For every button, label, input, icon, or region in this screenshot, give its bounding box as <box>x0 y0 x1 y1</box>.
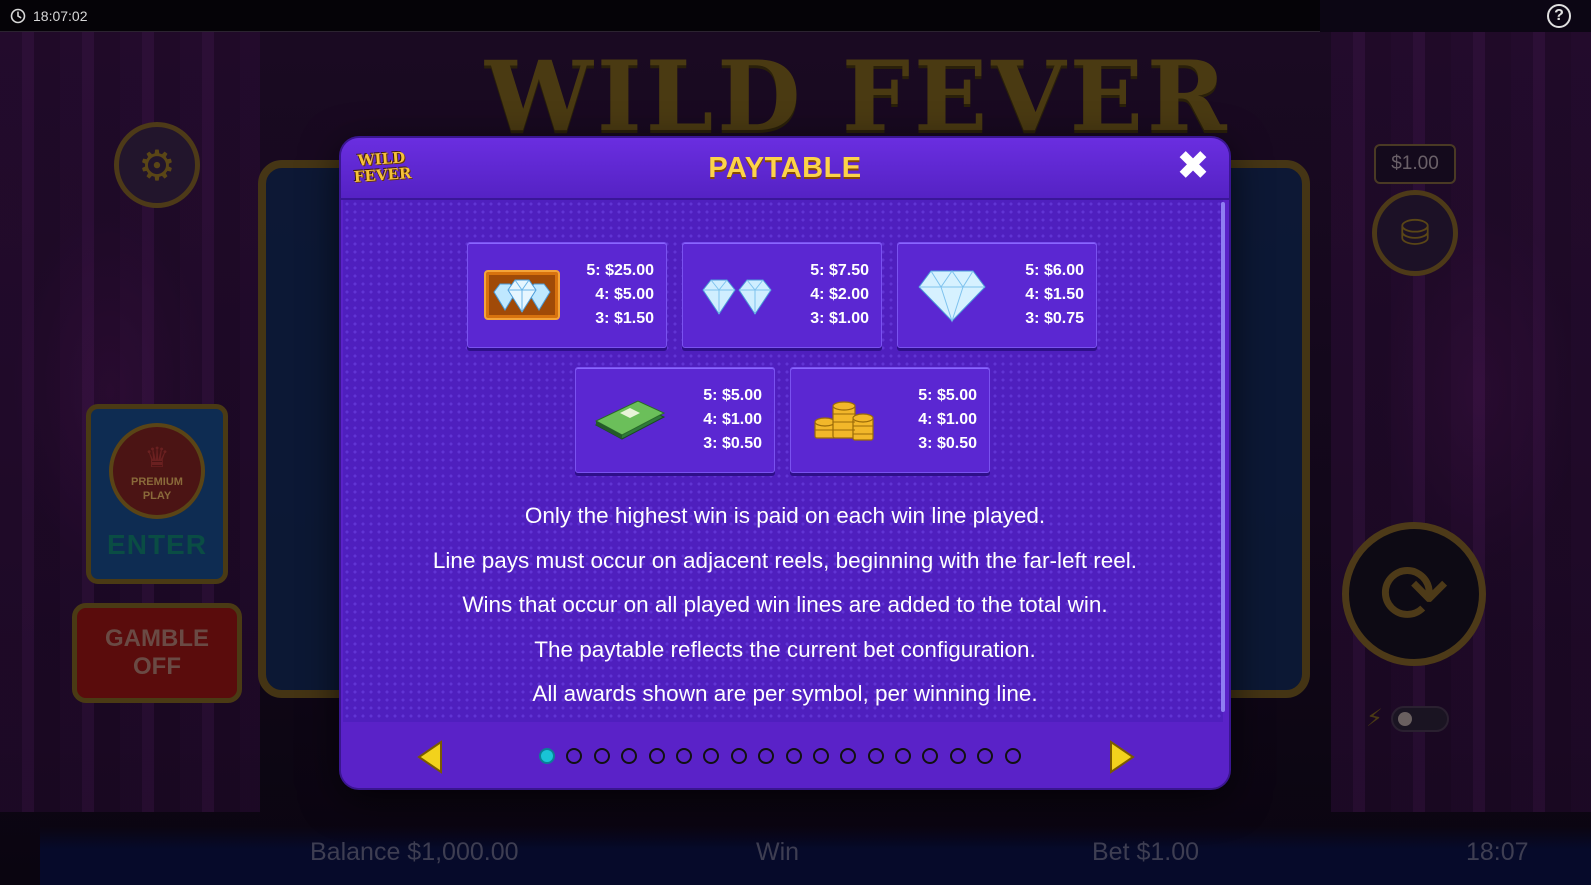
rule-text: The paytable reflects the current bet co… <box>534 636 1036 662</box>
arrow-right-icon[interactable] <box>1109 740 1135 774</box>
settings-button[interactable]: ⚙ <box>114 122 200 208</box>
bottom-info-bar <box>40 826 1591 885</box>
enter-label: ENTER <box>107 529 207 560</box>
double-diamond-icon <box>697 263 777 327</box>
framed-triple-diamond-icon <box>482 263 562 327</box>
page-dot[interactable] <box>539 748 555 764</box>
page-dots <box>539 748 1021 764</box>
page-dot[interactable] <box>895 748 912 764</box>
status-time: 18:07:02 <box>33 7 88 24</box>
page-dot[interactable] <box>812 748 829 764</box>
crown-icon: ♛ <box>144 441 170 473</box>
page-dot[interactable] <box>758 748 775 764</box>
page-dot[interactable] <box>949 748 966 764</box>
gamble-label: GAMBLE <box>105 625 209 652</box>
page-dot[interactable] <box>977 748 994 764</box>
turbo-toggle[interactable]: ⚡ <box>1366 704 1449 733</box>
rule-text: Wins that occur on all played win lines … <box>462 592 1108 617</box>
page-dot[interactable] <box>593 748 610 764</box>
scrollbar[interactable] <box>1221 202 1225 712</box>
paytable-card: 5: $5.00 4: $1.00 3: $0.50 <box>575 367 775 473</box>
rule-text: Only the highest win is paid on each win… <box>524 503 1046 528</box>
close-button[interactable]: ✖ <box>1173 146 1213 186</box>
coins-icon: ⛁ <box>1399 212 1431 253</box>
question-circle-icon: ? <box>1554 7 1564 24</box>
pay-values: 5: $6.00 4: $1.50 3: $0.75 <box>1025 262 1084 327</box>
page-dot[interactable] <box>922 748 939 764</box>
paytable-card: 5: $6.00 4: $1.50 3: $0.75 <box>897 242 1097 348</box>
page-dot[interactable] <box>785 748 802 764</box>
pay-values: 5: $25.00 4: $5.00 3: $1.50 <box>586 262 654 327</box>
paytable-card: 5: $5.00 4: $1.00 3: $0.50 <box>790 367 990 473</box>
page-dot[interactable] <box>566 748 583 764</box>
paytable-content[interactable]: 5: $25.00 4: $5.00 3: $1.50 5: $7.50 4: … <box>343 200 1223 722</box>
gamble-toggle-button[interactable]: GAMBLE OFF <box>72 603 242 703</box>
page-dot[interactable] <box>730 748 747 764</box>
gamble-state: OFF <box>133 653 181 680</box>
page-dot[interactable] <box>1004 748 1021 764</box>
rule-text: Line pays must occur on adjacent reels, … <box>432 547 1138 573</box>
play-label: PLAY <box>142 489 172 502</box>
pay-values: 5: $7.50 4: $2.00 3: $1.00 <box>810 262 869 327</box>
premium-label: PREMIUM <box>131 475 183 488</box>
win-text: Win <box>756 838 800 866</box>
close-x-icon: ✖ <box>1176 144 1210 188</box>
page-dot[interactable] <box>648 748 665 764</box>
spin-button[interactable]: ⟳ <box>1342 522 1486 666</box>
paytable-pagination <box>341 722 1229 788</box>
pay-values: 5: $5.00 4: $1.00 3: $0.50 <box>918 387 977 452</box>
game-logo: WILD FEVER <box>485 40 1231 153</box>
bet-selector-button[interactable]: ⛁ <box>1372 190 1458 276</box>
paytable-card: 5: $7.50 4: $2.00 3: $1.00 <box>682 242 882 348</box>
cash-stack-icon <box>590 388 670 452</box>
modal-header: WILD FEVER PAYTABLE ✖ <box>341 138 1229 200</box>
paytable-modal: WILD FEVER PAYTABLE ✖ 5: $25.00 4: $5.00… <box>341 138 1229 788</box>
premium-play-button[interactable]: ♛ PREMIUM PLAY ENTER <box>86 404 228 584</box>
arrow-left-icon[interactable] <box>417 740 443 774</box>
modal-title: PAYTABLE <box>708 152 862 184</box>
page-dot[interactable] <box>621 748 638 764</box>
balance-text: Balance $1,000.00 <box>310 838 519 866</box>
paytable-rules: Only the highest win is paid on each win… <box>343 494 1227 717</box>
bet-value-display: $1.00 <box>1374 144 1456 184</box>
page-dot[interactable] <box>867 748 884 764</box>
turbo-switch[interactable] <box>1390 705 1449 732</box>
pay-values: 5: $5.00 4: $1.00 3: $0.50 <box>703 387 762 452</box>
curtain-right <box>1331 32 1591 812</box>
page-dot[interactable] <box>675 748 692 764</box>
page-dot[interactable] <box>840 748 857 764</box>
gear-icon: ⚙ <box>138 141 176 189</box>
premium-badge: ♛ PREMIUM PLAY <box>109 423 205 519</box>
lightning-icon: ⚡ <box>1366 705 1383 732</box>
bet-text: Bet $1.00 <box>1092 838 1200 866</box>
rule-text: All awards shown are per symbol, per win… <box>532 681 1038 706</box>
status-bar: 18:07:02 <box>0 0 1320 32</box>
diamond-icon <box>912 263 992 327</box>
help-button[interactable]: ? <box>1547 4 1571 28</box>
clock-icon <box>10 8 26 23</box>
page-dot[interactable] <box>703 748 720 764</box>
spin-arrows-icon: ⟳ <box>1378 547 1450 641</box>
bottom-clock: 18:07 <box>1466 838 1529 866</box>
paytable-card: 5: $25.00 4: $5.00 3: $1.50 <box>467 242 667 348</box>
gold-coins-icon <box>805 388 885 452</box>
